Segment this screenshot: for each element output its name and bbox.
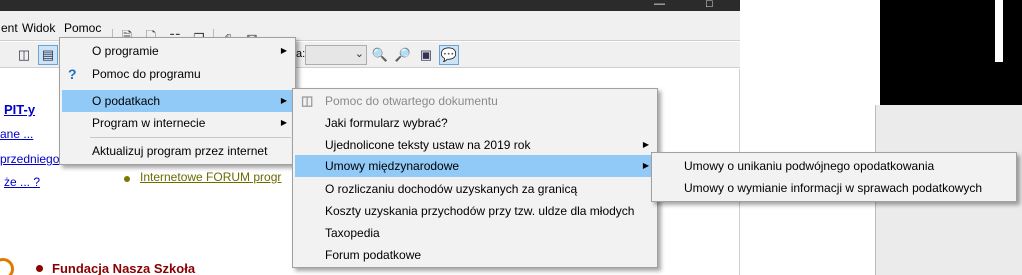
menu-separator (90, 137, 291, 138)
menu-item-label: Taxopedia (325, 226, 380, 240)
zoom-label: a: (296, 48, 306, 60)
minimize-icon[interactable]: — (654, 0, 665, 10)
menu-item-label: Pomoc do programu (92, 67, 201, 81)
menu-item-unikanie-opodatkowania[interactable]: Umowy o unikaniu podwójnego opodatkowani… (654, 155, 1014, 177)
menu-item-rozliczanie-dochodow[interactable]: O rozliczaniu dochodów uzyskanych za gra… (295, 178, 655, 200)
menu-item-label: O podatkach (92, 94, 161, 108)
menu-item-jaki-formularz[interactable]: Jaki formularz wybrać? (295, 112, 655, 134)
menu-widok[interactable]: Widok (22, 21, 55, 35)
menu-item-ujednolicone-teksty[interactable]: Ujednolicone teksty ustaw na 2019 rok ▶ (295, 134, 655, 156)
menu-item-umowy-miedzynarodowe[interactable]: Umowy międzynarodowe ▶ (295, 155, 655, 177)
taxes-submenu: ◫ Pomoc do otwartego dokumentu Jaki form… (292, 88, 658, 268)
menu-item-program-w-internecie[interactable]: Program w internecie ▶ (62, 112, 293, 134)
submenu-arrow-icon: ▶ (280, 118, 287, 127)
submenu-arrow-icon: ▶ (280, 46, 287, 55)
help-menu: O programie ▶ ? Pomoc do programu O poda… (59, 37, 296, 165)
zoom-out-icon[interactable]: 🔍 (370, 45, 390, 65)
link-ze[interactable]: że ... ? (4, 175, 40, 189)
menu-item-label: O programie (92, 44, 159, 58)
bullet-icon (124, 176, 130, 182)
maximize-icon[interactable]: □ (706, 0, 713, 10)
submenu-arrow-icon: ▶ (280, 96, 287, 105)
question-icon: ? (68, 66, 77, 82)
menu-item-label: Program w internecie (92, 116, 206, 130)
split-view-icon[interactable]: ◫ (14, 45, 34, 65)
background-window (740, 0, 880, 275)
menu-item-forum-podatkowe[interactable]: Forum podatkowe (295, 244, 655, 266)
zoom-select[interactable]: ⌄ (305, 45, 367, 65)
menu-pomoc[interactable]: Pomoc (64, 21, 101, 35)
menu-item-aktualizuj[interactable]: Aktualizuj program przez internet (62, 140, 293, 162)
menu-item-pomoc-dokumentu[interactable]: ◫ Pomoc do otwartego dokumentu (295, 90, 655, 112)
menu-item-label: O rozliczaniu dochodów uzyskanych za gra… (325, 182, 578, 196)
menu-item-label: Ujednolicone teksty ustaw na 2019 rok (325, 138, 531, 152)
app-title-bar: — □ (0, 0, 740, 11)
menu-item-label: Umowy o wymianie informacji w sprawach p… (684, 181, 983, 195)
menu-item-label: Aktualizuj program przez internet (92, 144, 268, 158)
menu-item-o-programie[interactable]: O programie ▶ (62, 40, 293, 62)
submenu-arrow-icon: ▶ (642, 140, 649, 149)
chevron-down-icon: ⌄ (354, 48, 364, 60)
menu-item-pomoc-do-programu[interactable]: ? Pomoc do programu (62, 63, 293, 85)
menu-item-label: Umowy o unikaniu podwójnego opodatkowani… (684, 159, 935, 173)
link-forum[interactable]: Internetowe FORUM progr (140, 170, 281, 184)
menu-item-label: Umowy międzynarodowe (325, 159, 460, 173)
zoom-in-icon[interactable]: 🔎 (393, 45, 413, 65)
menu-item-label: Pomoc do otwartego dokumentu (325, 94, 498, 108)
link-przedniego[interactable]: przedniego (0, 152, 59, 166)
window-icon[interactable]: ▣ (416, 45, 436, 65)
background-window-strip (995, 0, 1003, 62)
chat-icon[interactable]: 💬 (439, 45, 459, 65)
menu-item-wymiana-informacji[interactable]: Umowy o wymianie informacji w sprawach p… (654, 177, 1014, 199)
link-ane[interactable]: ane ... (0, 127, 33, 141)
menu-item-o-podatkach[interactable]: O podatkach ▶ (62, 90, 293, 112)
menu-dokument[interactable]: ent (1, 21, 18, 35)
menu-item-label: Koszty uzyskania przychodów przy tzw. ul… (325, 204, 635, 218)
link-fundacja[interactable]: Fundacja Nasza Szkoła (52, 261, 195, 275)
bullet-icon (36, 265, 43, 272)
submenu-arrow-icon: ▶ (642, 161, 649, 170)
link-pit[interactable]: PIT-y (4, 102, 35, 117)
help-document-icon: ◫ (301, 93, 314, 108)
menu-item-koszty-uzyskania[interactable]: Koszty uzyskania przychodów przy tzw. ul… (295, 200, 655, 222)
menu-item-taxopedia[interactable]: Taxopedia (295, 222, 655, 244)
treaties-submenu: Umowy o unikaniu podwójnego opodatkowani… (651, 152, 1017, 202)
menu-item-label: Jaki formularz wybrać? (325, 116, 448, 130)
menu-item-label: Forum podatkowe (325, 248, 422, 262)
layout-icon[interactable]: ▤ (38, 45, 58, 65)
